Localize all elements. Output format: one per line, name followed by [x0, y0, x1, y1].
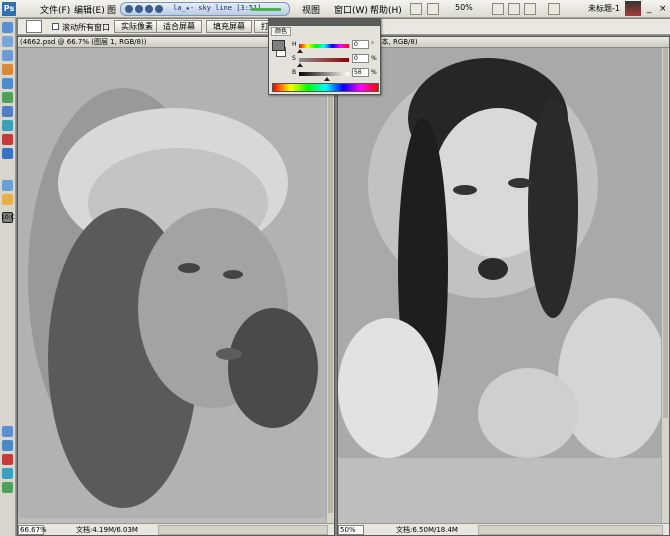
crop-tool-icon[interactable]	[2, 64, 13, 75]
fit-screen-button[interactable]: 适合屏幕	[156, 20, 202, 33]
menu-help[interactable]: 帮助(H)	[370, 3, 402, 16]
hue-slider[interactable]	[299, 44, 349, 48]
lasso-tool-icon[interactable]	[2, 50, 13, 61]
brightness-slider[interactable]	[299, 72, 349, 76]
media-stop-icon[interactable]	[145, 5, 153, 13]
left-doc-size[interactable]: 文档:4.19M/6.03M	[76, 525, 138, 535]
hand-tool-icon[interactable]	[492, 3, 504, 15]
saturation-value-field[interactable]: 0	[352, 54, 369, 63]
menu-image[interactable]: 图	[107, 3, 116, 16]
hue-unit: °	[371, 41, 374, 48]
right-painting	[338, 48, 668, 458]
saturation-label: S	[292, 55, 296, 62]
left-horizontal-scrollbar[interactable]	[158, 525, 328, 535]
hand-tool-side-icon[interactable]	[2, 180, 13, 191]
saturation-slider-knob[interactable]	[297, 63, 303, 67]
document-title: 未标题-1	[588, 4, 620, 13]
color-panel: 颜色 H 0 ° S 0 % B 56 %	[268, 18, 381, 95]
menu-view[interactable]: 视图	[302, 3, 320, 16]
color-panel-tab[interactable]: 颜色	[271, 27, 292, 36]
right-document-title[interactable]: % (图层 0 副本, RGB/8)	[338, 37, 669, 48]
zoom-tool-side-icon[interactable]	[2, 194, 13, 205]
media-track-title: la_★- sky line [3:51]	[173, 4, 262, 12]
right-status-bar: 50% 文档:6.50M/18.4M	[338, 523, 669, 535]
hue-label: H	[292, 41, 297, 48]
current-tool-icon[interactable]	[26, 20, 42, 33]
shape-tool-icon[interactable]	[2, 148, 13, 159]
right-document-window[interactable]: % (图层 0 副本, RGB/8) 50% 文档:6.50M/18.4M	[337, 36, 670, 536]
media-volume-slider[interactable]	[251, 8, 281, 11]
media-player-widget: la_★- sky line [3:51]	[120, 2, 290, 16]
saturation-slider[interactable]	[299, 58, 349, 62]
user-avatar	[625, 1, 641, 16]
left-painting	[18, 48, 326, 518]
color-panel-titlebar[interactable]	[269, 19, 380, 26]
left-zoom-field[interactable]: 66.67%	[18, 525, 47, 535]
fill-screen-button[interactable]: 填充屏幕	[206, 20, 252, 33]
panel-foreground-color-swatch[interactable]	[272, 40, 285, 51]
toolbox: 10:C	[0, 18, 16, 536]
right-document-canvas[interactable]	[338, 48, 669, 523]
actual-pixels-button[interactable]: 实际像素	[114, 20, 160, 33]
right-horizontal-scrollbar[interactable]	[478, 525, 663, 535]
zoom-tool-icon[interactable]	[508, 3, 520, 15]
quick-mask-icon[interactable]	[2, 426, 13, 437]
app-icon-3[interactable]	[2, 482, 13, 493]
left-document-window[interactable]: (4662.psd @ 66.7% (图层 1, RGB/8)) 66.67% …	[17, 36, 335, 536]
right-vertical-scrollbar[interactable]	[661, 48, 669, 523]
media-next-icon[interactable]	[155, 5, 163, 13]
media-pause-icon[interactable]	[135, 5, 143, 13]
arrange-icon[interactable]	[427, 3, 439, 15]
zoom-level[interactable]: 50%	[455, 3, 473, 12]
brightness-value-field[interactable]: 56	[352, 68, 369, 77]
saturation-unit: %	[371, 55, 377, 62]
screen-mode-side-icon[interactable]	[2, 440, 13, 451]
marquee-tool-icon[interactable]	[2, 36, 13, 47]
left-vertical-scrollbar[interactable]	[326, 48, 334, 523]
brightness-slider-knob[interactable]	[324, 77, 330, 81]
toolbox-label: 10:C	[1, 214, 15, 221]
bridge-icon[interactable]	[410, 3, 422, 15]
right-scroll-thumb[interactable]	[663, 48, 668, 418]
brightness-label: B	[292, 69, 297, 76]
close-button[interactable]: ×	[659, 4, 667, 14]
eraser-tool-icon[interactable]	[2, 106, 13, 117]
left-document-canvas[interactable]	[18, 48, 334, 523]
menu-file[interactable]: 文件(F)	[40, 3, 70, 16]
pen-tool-icon[interactable]	[2, 120, 13, 131]
right-doc-size[interactable]: 文档:6.50M/18.4M	[396, 525, 458, 535]
menu-edit[interactable]: 编辑(E)	[74, 3, 105, 16]
left-scroll-thumb[interactable]	[328, 48, 333, 513]
app-icon-1[interactable]	[2, 454, 13, 465]
menu-window[interactable]: 窗口(W)	[334, 3, 368, 16]
scroll-all-windows-checkbox[interactable]	[52, 23, 59, 30]
media-play-icon[interactable]	[125, 5, 133, 13]
menu-bar: Ps 文件(F) 编辑(E) 图 la_★- sky line [3:51] 视…	[0, 0, 670, 18]
minimize-button[interactable]: _	[647, 4, 652, 14]
brush-tool-icon[interactable]	[2, 78, 13, 89]
scroll-all-windows-label: 滚动所有窗口	[62, 23, 110, 32]
hue-value-field[interactable]: 0	[352, 40, 369, 49]
screen-mode-icon[interactable]	[548, 3, 560, 15]
rotate-view-icon[interactable]	[524, 3, 536, 15]
right-zoom-field[interactable]: 50%	[338, 525, 364, 535]
brightness-unit: %	[371, 69, 377, 76]
color-spectrum-ramp[interactable]	[272, 83, 379, 92]
stamp-tool-icon[interactable]	[2, 92, 13, 103]
app-icon-2[interactable]	[2, 468, 13, 479]
photoshop-logo-icon: Ps	[2, 2, 16, 16]
text-tool-icon[interactable]	[2, 134, 13, 145]
move-tool-icon[interactable]	[2, 22, 13, 33]
left-status-bar: 66.67% 文档:4.19M/6.03M	[18, 523, 334, 535]
hue-slider-knob[interactable]	[297, 49, 303, 53]
